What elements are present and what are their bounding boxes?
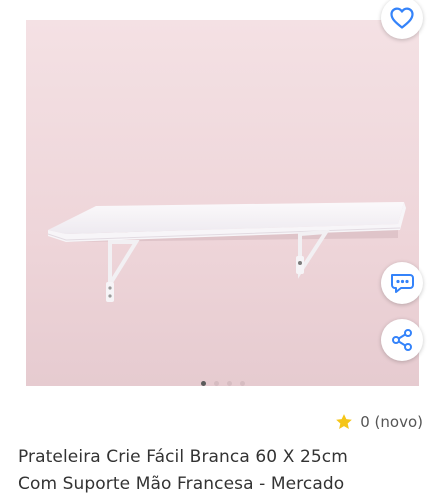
- product-photo: [26, 20, 419, 386]
- comment-icon: [391, 274, 414, 293]
- ask-question-button[interactable]: [381, 262, 423, 304]
- gallery-pagination: [26, 381, 419, 386]
- gallery-dot[interactable]: [226, 381, 232, 386]
- share-icon: [392, 329, 412, 351]
- product-title: Prateleira Crie Fácil Branca 60 X 25cm C…: [18, 447, 348, 494]
- gallery-dot[interactable]: [213, 381, 219, 386]
- rating-text: 0 (novo): [360, 413, 423, 431]
- gallery-dot-active[interactable]: [200, 381, 206, 386]
- product-image-gallery[interactable]: [26, 20, 419, 386]
- star-icon: [336, 414, 353, 429]
- heart-icon: [390, 7, 414, 29]
- gallery-dot[interactable]: [239, 381, 245, 386]
- product-rating[interactable]: 0 (novo): [334, 412, 423, 432]
- share-button[interactable]: [381, 319, 423, 361]
